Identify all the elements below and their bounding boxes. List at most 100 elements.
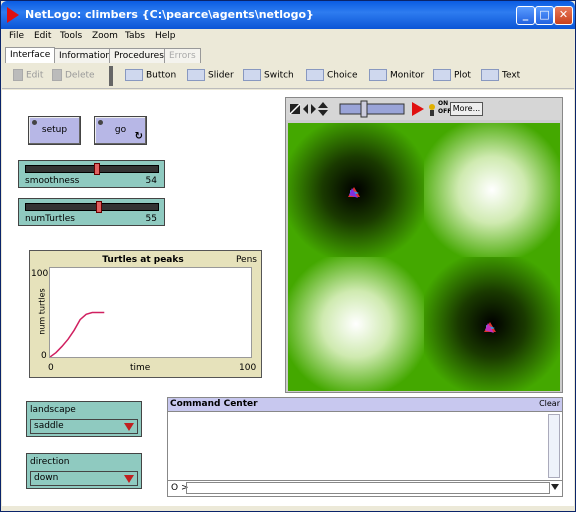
world-patches[interactable] (288, 123, 560, 391)
menu-tools[interactable]: Tools (60, 31, 82, 41)
edit-tool[interactable]: Edit (13, 69, 43, 83)
more-button[interactable]: More... (450, 102, 483, 116)
slider-tool-label: Slider (208, 70, 234, 81)
dark-valley (288, 123, 424, 257)
world-view: ON OFF More... (285, 97, 563, 393)
landscape-chooser[interactable]: landscape saddle (26, 401, 142, 437)
switch-tool-label: Switch (264, 70, 294, 81)
slider-value: 55 (145, 214, 157, 224)
go-label: go (114, 125, 127, 135)
monitor-widget-icon (369, 69, 387, 81)
smoothness-slider[interactable]: smoothness 54 (18, 160, 165, 188)
go-button[interactable]: go ↻ (94, 116, 147, 145)
dark-valley (424, 257, 560, 391)
plot-xlabel: time (130, 363, 151, 373)
slider-widget-icon (187, 69, 205, 81)
slider-track[interactable] (25, 165, 159, 173)
command-center-title: Command Center (170, 399, 258, 409)
view-controls: ON OFF More... (286, 98, 562, 120)
chooser-widget-icon (306, 69, 324, 81)
delete-tool[interactable]: Delete (52, 69, 95, 83)
setup-label: setup (41, 125, 68, 135)
delete-label: Delete (65, 70, 95, 81)
plot-xmin: 0 (48, 363, 54, 373)
light-peak (288, 257, 424, 391)
display-toggle-icon (429, 104, 435, 116)
button-indicator-icon (98, 120, 103, 125)
chooser-dropdown[interactable]: saddle (30, 419, 138, 434)
add-switch-tool[interactable]: Switch (243, 69, 294, 83)
plot-area (49, 267, 252, 358)
history-dropdown-icon[interactable] (551, 484, 559, 490)
plot-ymin: 0 (41, 351, 47, 361)
command-center: Command Center Clear O > (167, 397, 563, 497)
output-scrollbar[interactable] (548, 414, 560, 478)
choice-tool-label: Choice (327, 70, 358, 81)
monitor-tool-label: Monitor (390, 70, 425, 81)
play-arrow-icon (412, 102, 424, 116)
plot-tool-label: Plot (454, 70, 471, 81)
view-control-icons (289, 100, 435, 118)
view-2d-icon (289, 103, 301, 115)
chooser-label: landscape (30, 405, 76, 415)
toolbar-separator (109, 66, 113, 86)
netlogo-window: NetLogo: climbers {C:\pearce\agents\netl… (0, 0, 576, 512)
menu-help[interactable]: Help (155, 31, 176, 41)
slider-label: numTurtles (25, 214, 75, 224)
tab-interface[interactable]: Interface (5, 47, 56, 64)
tab-information[interactable]: Information (54, 48, 117, 63)
dropdown-arrow-icon[interactable] (124, 475, 134, 483)
clear-button[interactable]: Clear (539, 399, 560, 408)
minimize-button[interactable]: _ (516, 6, 535, 25)
add-choice-tool[interactable]: Choice (306, 69, 357, 83)
text-tool-label: Text (502, 70, 521, 81)
plot-ylabel: num turtles (37, 288, 47, 335)
slider-label: smoothness (25, 176, 80, 186)
button-widget-icon (125, 69, 143, 81)
maximize-button[interactable]: □ (535, 6, 554, 25)
interface-canvas: setup go ↻ smoothness 54 numTurtles 55 T… (2, 90, 574, 506)
slider-track[interactable] (25, 203, 159, 211)
tab-procedures[interactable]: Procedures (109, 48, 169, 63)
series-line (49, 311, 105, 358)
slider-handle[interactable] (94, 163, 101, 175)
plot-pens-toggle[interactable]: Pens (236, 255, 257, 265)
turtles-plot: Turtles at peaks Pens 100 0 num turtles … (29, 250, 262, 378)
move-horizontal-icon (303, 104, 316, 114)
chooser-dropdown[interactable]: down (30, 471, 138, 486)
slider-value: 54 (145, 176, 157, 186)
tab-errors[interactable]: Errors (164, 48, 201, 63)
menu-zoom[interactable]: Zoom (92, 31, 118, 41)
patch-grid (288, 123, 560, 391)
command-input-row: O > (168, 480, 562, 496)
move-vertical-icon (318, 102, 328, 116)
numturtles-slider[interactable]: numTurtles 55 (18, 198, 165, 226)
add-text-tool[interactable]: Text (481, 69, 520, 83)
add-button-tool[interactable]: Button (125, 69, 176, 83)
plot-xmax: 100 (239, 363, 257, 373)
menu-bar: File Edit Tools Zoom Tabs Help (1, 29, 575, 46)
close-button[interactable]: ✕ (554, 6, 573, 25)
menu-file[interactable]: File (9, 31, 24, 41)
dropdown-arrow-icon[interactable] (124, 423, 134, 431)
slider-handle[interactable] (95, 201, 102, 213)
plot-widget-icon (433, 69, 451, 81)
menu-tabs[interactable]: Tabs (125, 31, 145, 41)
command-center-header: Command Center Clear (168, 398, 562, 412)
add-monitor-tool[interactable]: Monitor (369, 69, 424, 83)
plot-ymax: 100 (31, 269, 49, 279)
title-bar[interactable]: NetLogo: climbers {C:\pearce\agents\netl… (1, 1, 575, 29)
forever-loop-icon: ↻ (134, 131, 143, 142)
add-slider-tool[interactable]: Slider (187, 69, 234, 83)
trash-icon (52, 69, 62, 81)
command-input[interactable] (186, 482, 550, 494)
window-title: NetLogo: climbers {C:\pearce\agents\netl… (25, 8, 314, 21)
chooser-label: direction (30, 457, 70, 467)
chooser-value: down (34, 473, 59, 483)
button-indicator-icon (32, 120, 37, 125)
menu-edit[interactable]: Edit (34, 31, 51, 41)
add-plot-tool[interactable]: Plot (433, 69, 471, 83)
button-tool-label: Button (146, 70, 177, 81)
setup-button[interactable]: setup (28, 116, 81, 145)
direction-chooser[interactable]: direction down (26, 453, 142, 489)
